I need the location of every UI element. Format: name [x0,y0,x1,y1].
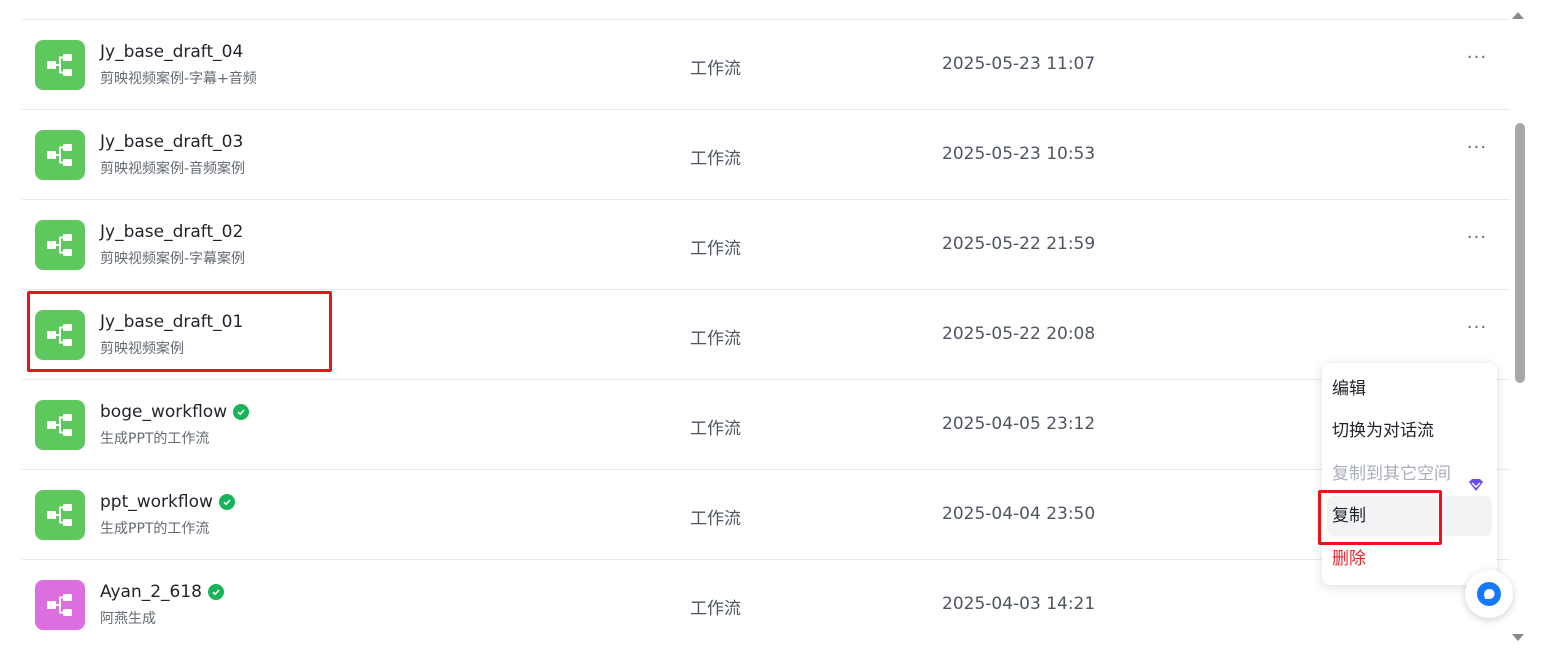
workflow-type: 工作流 [690,419,741,439]
workflow-type: 工作流 [690,599,741,619]
context-menu: 编辑 切换为对话流 复制到其它空间 复制 删除 [1322,363,1497,585]
workflow-row[interactable]: Ayan_2_618 阿燕生成 工作流 2025-04-03 14:21 [22,560,1510,649]
scrollbar-thumb[interactable] [1515,123,1525,383]
workflow-type: 工作流 [690,149,741,169]
scroll-up-arrow-icon[interactable] [1511,5,1525,24]
workflow-row[interactable]: Jy_base_draft_04 剪映视频案例-字幕+音频 工作流 2025-0… [22,20,1510,110]
workflow-icon [35,490,85,540]
workflow-row[interactable]: boge_workflow 生成PPT的工作流 工作流 2025-04-05 2… [22,380,1510,470]
annotation-highlight [27,291,332,372]
assistant-button[interactable] [1465,570,1513,618]
workflow-icon [35,130,85,180]
workflow-description: 阿燕生成 [100,611,156,627]
workflow-row[interactable]: Jy_base_draft_03 剪映视频案例-音频案例 工作流 2025-05… [22,110,1510,200]
workflow-name[interactable]: ppt_workflow [100,492,235,512]
workflow-name[interactable]: Jy_base_draft_04 [100,42,243,62]
workflow-description: 剪映视频案例-音频案例 [100,161,246,177]
more-options-icon[interactable]: ··· [1465,228,1489,252]
workflow-date: 2025-05-22 21:59 [942,234,1096,254]
workflow-row[interactable]: ppt_workflow 生成PPT的工作流 工作流 2025-04-04 23… [22,470,1510,560]
workflow-description: 生成PPT的工作流 [100,431,210,447]
more-options-icon[interactable]: ··· [1465,318,1489,342]
menu-item-edit[interactable]: 编辑 [1327,369,1492,409]
workflow-date: 2025-05-23 11:07 [942,54,1096,74]
workflow-date: 2025-05-23 10:53 [942,144,1096,164]
menu-item-delete[interactable]: 删除 [1327,539,1492,579]
workflow-icon [35,40,85,90]
workflow-name[interactable]: Ayan_2_618 [100,582,224,602]
more-options-icon[interactable]: ··· [1465,48,1489,72]
workflow-type: 工作流 [690,509,741,529]
workflow-row[interactable]: Jy_base_draft_02 剪映视频案例-字幕案例 工作流 2025-05… [22,200,1510,290]
workflow-type: 工作流 [690,59,741,79]
workflow-date: 2025-04-05 23:12 [942,414,1096,434]
workflow-type: 工作流 [690,239,741,259]
workflow-name[interactable]: boge_workflow [100,402,250,422]
workflow-date: 2025-04-04 23:50 [942,504,1096,524]
verified-check-icon [218,494,235,510]
workflow-description: 生成PPT的工作流 [100,521,210,537]
workflow-date: 2025-05-22 20:08 [942,324,1096,344]
workflow-description: 剪映视频案例-字幕案例 [100,251,246,267]
chatflow-icon [35,580,85,630]
workflow-icon [35,400,85,450]
menu-item-copy-to-other-space: 复制到其它空间 [1327,454,1492,494]
more-options-icon[interactable]: ··· [1465,138,1489,162]
scroll-down-arrow-icon[interactable] [1511,628,1525,647]
verified-check-icon [233,404,250,420]
assistant-icon [1477,582,1501,606]
annotation-highlight [1318,490,1442,545]
verified-check-icon [208,584,224,600]
workflow-name[interactable]: Jy_base_draft_03 [100,132,243,152]
workflow-icon [35,220,85,270]
workflow-date: 2025-04-03 14:21 [942,594,1096,614]
menu-item-switch-to-chatflow[interactable]: 切换为对话流 [1327,411,1492,451]
workflow-type: 工作流 [690,329,741,349]
workflow-name[interactable]: Jy_base_draft_02 [100,222,243,242]
workflow-description: 剪映视频案例-字幕+音频 [100,71,257,87]
